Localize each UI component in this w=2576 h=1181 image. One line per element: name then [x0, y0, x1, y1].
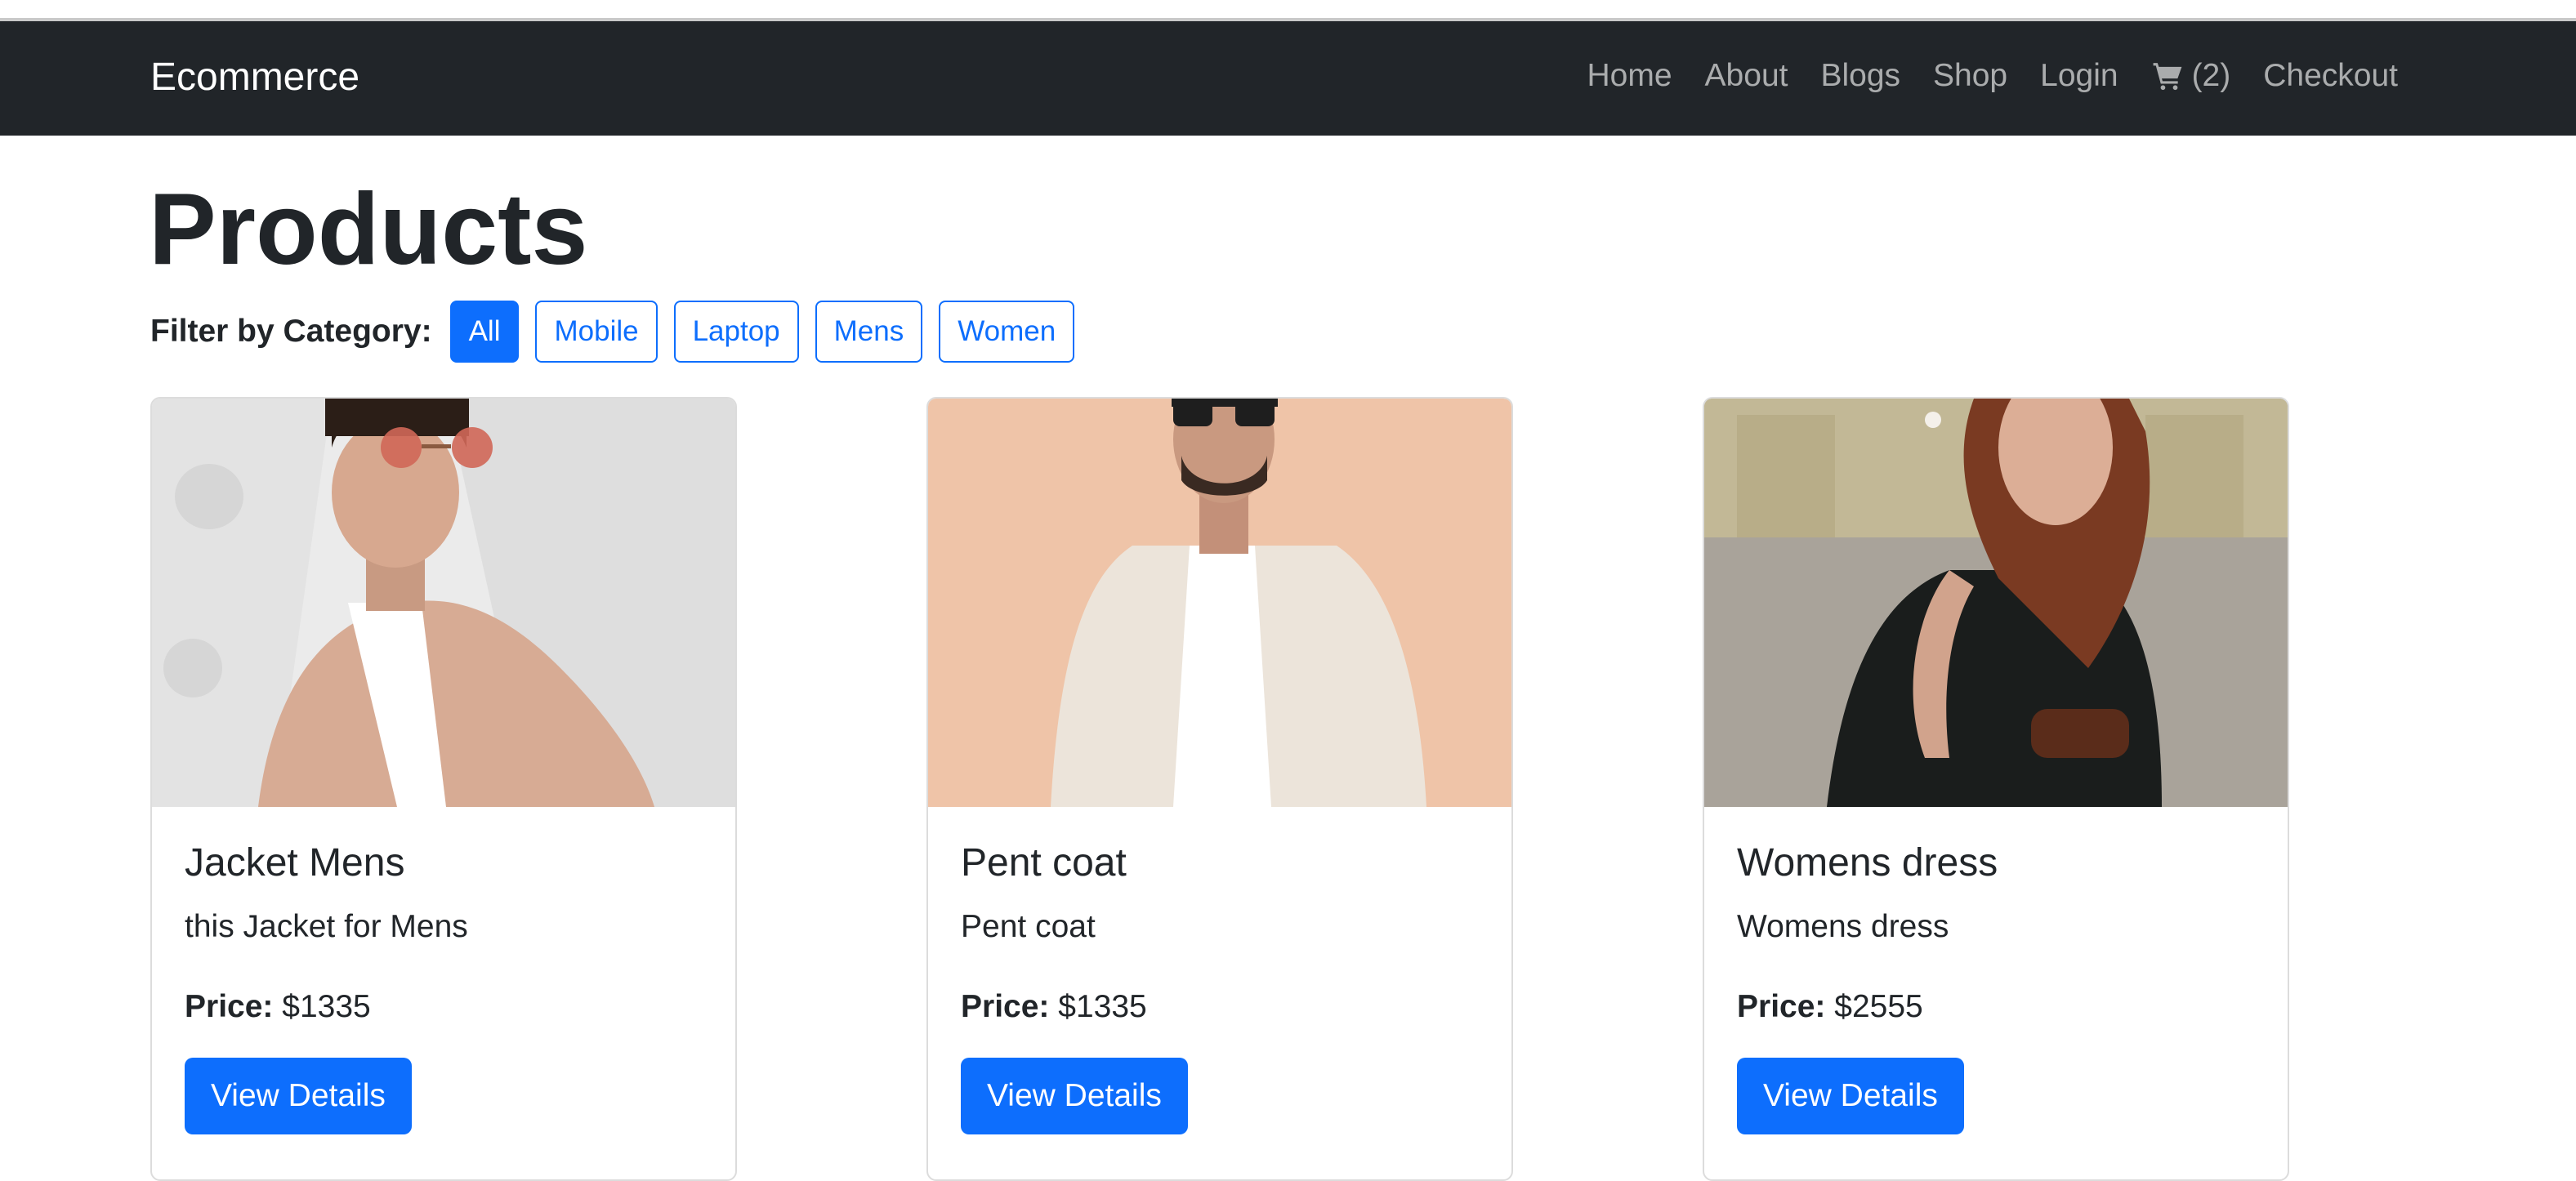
product-card: Womens dress Womens dress Price: $2555 V…: [1703, 397, 2289, 1181]
product-description: Pent coat: [961, 908, 1096, 944]
navbar: Ecommerce Home About Blogs Shop Login (2…: [0, 21, 2576, 136]
nav-blogs[interactable]: Blogs: [1804, 57, 1917, 96]
nav-checkout[interactable]: Checkout: [2247, 57, 2414, 96]
filter-laptop-button[interactable]: Laptop: [673, 301, 799, 363]
nav-about[interactable]: About: [1689, 57, 1805, 96]
category-filter: Filter by Category: All Mobile Laptop Me…: [150, 301, 1075, 363]
product-image: [152, 399, 735, 807]
brand-logo[interactable]: Ecommerce: [150, 54, 359, 101]
price-value: $1335: [1058, 989, 1147, 1025]
price-value: $1335: [282, 989, 371, 1025]
filter-mens-button[interactable]: Mens: [815, 301, 923, 363]
browser-top-edge: [0, 0, 2576, 21]
nav-home[interactable]: Home: [1571, 57, 1689, 96]
view-details-button[interactable]: View Details: [185, 1058, 412, 1135]
product-price: Price: $1335: [185, 988, 703, 1027]
price-value: $2555: [1834, 989, 1923, 1025]
nav-cart[interactable]: (2): [2135, 57, 2248, 96]
price-label: Price:: [961, 989, 1050, 1025]
price-label: Price:: [1737, 989, 1826, 1025]
product-description: Womens dress: [1737, 908, 1949, 944]
product-price: Price: $2555: [1737, 988, 2255, 1027]
view-details-button[interactable]: View Details: [961, 1058, 1188, 1135]
product-card: Jacket Mens this Jacket for Mens Price: …: [150, 397, 737, 1181]
product-title: Jacket Mens: [185, 841, 405, 885]
product-image: [1704, 399, 2288, 807]
page-title: Products: [149, 173, 588, 286]
cart-icon: [2153, 63, 2181, 91]
product-price: Price: $1335: [961, 988, 1479, 1027]
view-details-button[interactable]: View Details: [1737, 1058, 1964, 1135]
cart-count: (2): [2191, 58, 2231, 93]
product-description: this Jacket for Mens: [185, 908, 468, 944]
product-card: Pent coat Pent coat Price: $1335 View De…: [926, 397, 1513, 1181]
nav-login[interactable]: Login: [2024, 57, 2134, 96]
price-label: Price:: [185, 989, 274, 1025]
filter-women-button[interactable]: Women: [939, 301, 1075, 363]
filter-all-button[interactable]: All: [449, 301, 520, 363]
product-image: [928, 399, 1511, 807]
product-title: Pent coat: [961, 841, 1127, 885]
product-title: Womens dress: [1737, 841, 1998, 885]
filter-mobile-button[interactable]: Mobile: [535, 301, 658, 363]
nav-links: Home About Blogs Shop Login (2) Checkout: [1571, 57, 2415, 96]
filter-label: Filter by Category:: [150, 314, 432, 349]
nav-shop[interactable]: Shop: [1917, 57, 2024, 96]
